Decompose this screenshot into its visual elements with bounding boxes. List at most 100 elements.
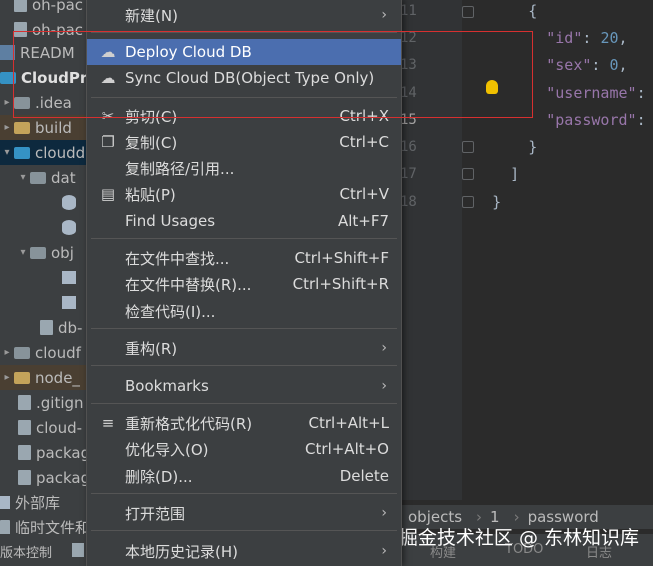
folder-icon (30, 171, 46, 184)
chevron-down-icon[interactable]: ▾ (16, 172, 30, 183)
tree-item-external-libraries[interactable]: 外部库 (0, 490, 90, 515)
tree-item[interactable] (0, 215, 90, 240)
code-line: } (474, 193, 501, 211)
menu-item-bookmarks[interactable]: Bookmarks › (87, 373, 401, 399)
menu-item-label: 优化导入(O) (125, 440, 209, 459)
highlight-box (13, 31, 533, 118)
chevron-right-icon[interactable]: ▸ (0, 97, 14, 108)
tree-item[interactable]: oh-pac (0, 0, 90, 17)
fold-marker-icon[interactable] (462, 6, 474, 18)
file-icon (18, 445, 31, 460)
fold-marker-icon[interactable] (462, 141, 474, 153)
menu-item-label: 重构(R) (125, 339, 178, 358)
tree-item[interactable]: ▾ dat (0, 165, 90, 190)
tree-item[interactable] (0, 290, 90, 315)
folder-icon (14, 346, 30, 359)
tree-item[interactable] (0, 265, 90, 290)
menu-item-optimize-imports[interactable]: 优化导入(O) Ctrl+Alt+O (87, 436, 401, 462)
menu-item-local-history[interactable]: 本地历史记录(H) › (87, 538, 401, 564)
menu-item-paste[interactable]: ▤ 粘贴(P) Ctrl+V (87, 181, 401, 207)
chevron-right-icon: › (381, 7, 387, 23)
menu-item-reformat-code[interactable]: ≡ 重新格式化代码(R) Ctrl+Alt+L (87, 410, 401, 436)
tree-item[interactable]: ▾ obj (0, 240, 90, 265)
code-text: ] (510, 165, 520, 183)
chevron-right-icon[interactable]: ▸ (0, 122, 14, 133)
menu-separator (91, 493, 397, 494)
menu-item-delete[interactable]: 删除(D)... Delete (87, 463, 401, 489)
tree-item[interactable]: packag (0, 465, 90, 490)
table-icon (62, 296, 76, 309)
chevron-down-icon[interactable]: ▾ (0, 147, 14, 158)
menu-item-label: 本地历史记录(H) (125, 542, 238, 561)
copy-icon: ❐ (101, 133, 115, 151)
menu-item-find-in-files[interactable]: 在文件中查找... Ctrl+Shift+F (87, 245, 401, 271)
fold-marker-icon[interactable] (462, 168, 474, 180)
file-icon (18, 420, 31, 435)
menu-item-inspect-code[interactable]: 检查代码(I)... (87, 298, 401, 324)
json-separator: : (636, 111, 646, 129)
tree-item-label: build (35, 118, 72, 137)
menu-separator (91, 365, 397, 366)
tree-item[interactable]: packag (0, 440, 90, 465)
tree-item[interactable]: db- (0, 315, 90, 340)
tree-item-label: 外部库 (15, 494, 61, 512)
tree-item[interactable]: ▸ build (0, 115, 90, 140)
json-tail: , (618, 29, 628, 47)
clipboard-icon: ▤ (100, 185, 116, 203)
folder-icon (14, 371, 30, 384)
menu-item-new[interactable]: 新建(N) › (87, 2, 401, 28)
json-value: 20 (600, 29, 619, 47)
file-icon (0, 520, 10, 535)
tree-item-label: dat (51, 168, 76, 187)
menu-item-shortcut: Delete (339, 467, 389, 485)
menu-separator (91, 328, 397, 329)
folder-icon (30, 246, 46, 259)
menu-item-label: 粘贴(P) (125, 185, 176, 204)
tree-item[interactable]: ▸ cloudf (0, 340, 90, 365)
chevron-right-icon: › (381, 340, 387, 356)
tree-item-selected[interactable]: ▾ cloudd (0, 140, 90, 165)
chevron-right-icon: › (381, 505, 387, 521)
chevron-down-icon[interactable]: ▾ (16, 247, 30, 258)
tree-item[interactable]: ▸ node_ (0, 365, 90, 390)
menu-item-copy-path[interactable]: 复制路径/引用... (87, 155, 401, 181)
code-line: ] (474, 165, 519, 183)
menu-separator (91, 530, 397, 531)
database-icon (62, 220, 76, 235)
chevron-right-icon: › (381, 378, 387, 394)
menu-separator (91, 403, 397, 404)
chevron-right-icon[interactable]: ▸ (0, 372, 14, 383)
version-control-tab[interactable]: 版本控制 (0, 542, 52, 561)
json-value: 0 (609, 56, 619, 74)
tree-item-label: node_ (35, 368, 80, 387)
json-key: "id" (546, 29, 583, 47)
menu-item-replace-in-files[interactable]: 在文件中替换(R)... Ctrl+Shift+R (87, 271, 401, 297)
menu-item-refactor[interactable]: 重构(R) › (87, 335, 401, 361)
menu-item-find-usages[interactable]: Find Usages Alt+F7 (87, 208, 401, 234)
menu-item-label: 检查代码(I)... (125, 302, 216, 321)
code-line: } (474, 138, 537, 156)
tree-item-label: packag (36, 443, 90, 462)
menu-item-label: 在文件中查找... (125, 249, 230, 268)
chevron-right-icon[interactable]: ▸ (0, 347, 14, 358)
json-separator: : (636, 84, 646, 102)
file-icon (14, 0, 27, 12)
menu-item-copy[interactable]: ❐ 复制(C) Ctrl+C (87, 129, 401, 155)
tree-item[interactable] (0, 190, 90, 215)
menu-item-open-in[interactable]: 打开范围 › (87, 500, 401, 526)
tree-item[interactable]: .gitign (0, 390, 90, 415)
fold-marker-icon[interactable] (462, 196, 474, 208)
tree-item-label: cloudf (35, 343, 81, 362)
reformat-icon: ≡ (101, 414, 115, 432)
json-key: "sex" (546, 56, 592, 74)
tree-item-label: cloud- (36, 418, 83, 437)
menu-item-label: Bookmarks (125, 377, 209, 395)
menu-item-shortcut: Alt+F7 (337, 212, 389, 230)
line-number: 11 (400, 3, 417, 19)
tree-item-label: db- (58, 318, 83, 337)
tree-item[interactable]: cloud- (0, 415, 90, 440)
